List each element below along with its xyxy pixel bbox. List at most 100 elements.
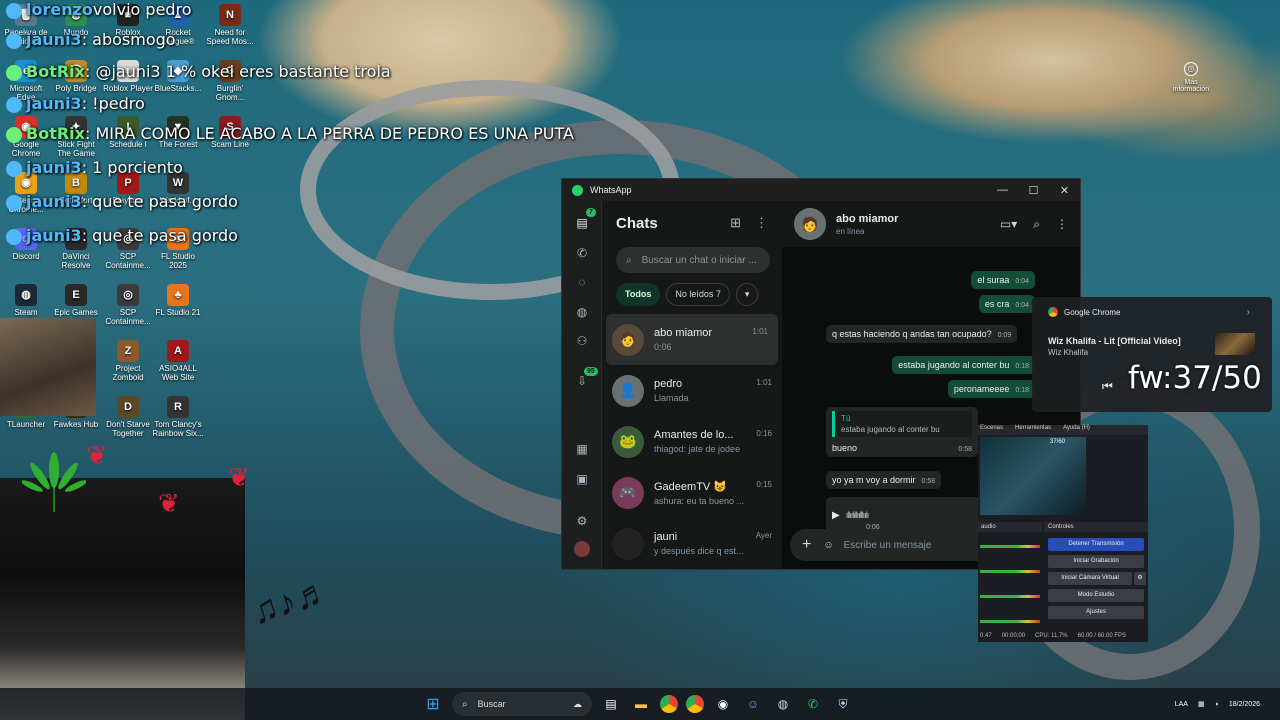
tray-date[interactable]: 18/2/2026 <box>1229 701 1260 708</box>
close-button[interactable]: ✕ <box>1049 184 1080 197</box>
tray-language[interactable]: LAA <box>1175 701 1188 708</box>
desktop-icon-label: ASIO4ALL Web Site <box>159 364 197 382</box>
stream-chat-message: jauni3: que te pasa gordo <box>6 192 238 211</box>
discord-icon[interactable]: ☺ <box>742 693 764 715</box>
video-call-icon[interactable]: ▭▾ <box>1000 217 1017 232</box>
message-bubble[interactable]: el suraa 0:04 <box>971 271 1035 289</box>
desktop-icon[interactable]: R Tom Clancy's Rainbow Six... <box>152 396 204 438</box>
profile-avatar[interactable] <box>574 541 590 557</box>
obs-menu-tools[interactable]: Herramientas <box>1015 425 1051 435</box>
message-input[interactable]: Escribe un mensaje <box>844 540 932 551</box>
whatsapp-logo-icon <box>572 184 583 196</box>
conversation-header[interactable]: 🧑 abo miamor en línea ▭▾ ⌕ ⋮ <box>782 201 1080 247</box>
message-bubble[interactable]: es cra 0:04 <box>978 295 1035 313</box>
contact-status: en línea <box>836 226 865 236</box>
chats-icon[interactable]: ▤ <box>574 215 590 231</box>
chrome-icon[interactable] <box>686 695 704 713</box>
chat-username: jauni3 <box>26 94 82 113</box>
desktop-icon[interactable]: E Epic Games <box>50 284 102 317</box>
chats-badge: 7 <box>586 208 596 217</box>
menu-kebab-icon[interactable]: ⋮ <box>1056 217 1068 232</box>
gallery-icon[interactable]: ▣ <box>574 471 590 487</box>
desktop-icon[interactable]: D Don't Starve Together <box>102 396 154 438</box>
studio-mode-button[interactable]: Modo Estudio <box>1048 589 1144 602</box>
chat-text: : que te pasa gordo <box>81 192 238 211</box>
chat-text: volvio pedro <box>92 0 192 19</box>
windows-start-icon[interactable]: ⊞ <box>422 693 444 715</box>
status-icon[interactable]: ◌ <box>574 274 590 290</box>
start-recording-button[interactable]: Iniciar Grabación <box>1048 555 1144 568</box>
obs-icon[interactable]: ◉ <box>712 693 734 715</box>
gear-icon[interactable]: ⚙ <box>1134 572 1146 585</box>
settings-icon[interactable]: ⚙ <box>574 513 590 529</box>
reply-message-bubble[interactable]: Tú estaba jugando al conter bu bueno 0:58 <box>826 407 978 457</box>
obs-window: Escenas Herramientas Ayuda (H) 37/60 aud… <box>978 425 1148 642</box>
security-shield-icon[interactable]: ⛨ <box>832 693 854 715</box>
desktop-icon-label: Steam <box>14 308 38 317</box>
desktop-icon[interactable]: ♣ FL Studio 21 <box>152 284 204 317</box>
chat-name: GadeemTV 😺 <box>654 480 727 493</box>
previous-track-icon[interactable]: ⏮ <box>1102 379 1113 394</box>
volume-icon[interactable]: ◖ <box>1215 701 1219 708</box>
obs-menu-help[interactable]: Ayuda (H) <box>1063 425 1090 435</box>
whatsapp-titlebar: WhatsApp — ☐ ✕ <box>562 179 1080 201</box>
search-icon: ⌕ <box>626 254 632 266</box>
network-icon[interactable]: ▦ <box>1198 700 1205 708</box>
file-explorer-icon[interactable]: ▬ <box>630 693 652 715</box>
filter-unread-chip[interactable]: No leídos 7 <box>666 283 730 306</box>
communities-icon[interactable]: ⚇ <box>574 333 590 349</box>
chat-list-item[interactable]: 🐸 Amantes de lo... 0:16 thiagod: jate de jo… <box>602 416 782 467</box>
search-icon[interactable]: ⌕ <box>1033 217 1040 232</box>
taskbar-search[interactable]: ⌕ Buscar ☁ <box>452 692 592 716</box>
chat-time: 1:01 <box>752 327 768 336</box>
attach-plus-icon[interactable]: + <box>802 536 811 554</box>
task-view-icon[interactable]: ▤ <box>600 693 622 715</box>
media-icon[interactable]: ▦ <box>574 441 590 457</box>
start-virtual-camera-button[interactable]: Iniciar Cámara Virtual <box>1048 572 1132 585</box>
filter-more-chip[interactable]: ▾ <box>735 283 759 306</box>
chat-search-input[interactable]: ⌕ Buscar un chat o iniciar ... <box>616 247 770 273</box>
obs-menu-scenes[interactable]: Escenas <box>980 425 1003 435</box>
chat-list-item[interactable]: 👤 pedro 1:01 Llamada <box>602 365 782 416</box>
desktop-icon[interactable]: Z Project Zomboid <box>102 340 154 382</box>
minimize-button[interactable]: — <box>987 184 1018 197</box>
maximize-button[interactable]: ☐ <box>1018 184 1049 197</box>
emoji-icon[interactable]: ☺ <box>823 540 833 551</box>
chat-preview: ashura: eu ta bueno ... <box>654 495 745 506</box>
chat-list-panel: Chats ⊞ ⋮ ⌕ Buscar un chat o iniciar ...… <box>602 201 782 569</box>
desktop-icon[interactable]: ◍ Steam <box>0 284 52 317</box>
quoted-message[interactable]: Tú estaba jugando al conter bu <box>832 411 972 437</box>
message-bubble[interactable]: yo ya m voy a dormir 0:58 <box>826 471 942 489</box>
butterfly-sticker: ❦ <box>86 440 108 470</box>
channels-icon[interactable]: ◍ <box>574 304 590 320</box>
desktop-icon-label: Epic Games <box>54 308 98 317</box>
new-chat-icon[interactable]: ⊞ <box>730 215 741 231</box>
settings-button[interactable]: Ajustes <box>1048 606 1144 619</box>
camera-icon: ◎ <box>1184 62 1198 76</box>
chevron-right-icon[interactable]: › <box>1247 307 1250 318</box>
chat-list-item[interactable]: 🧑 abo miamor 1:01 0:06 <box>606 314 778 365</box>
avatar: 🐸 <box>612 425 644 458</box>
desktop-icon[interactable]: A ASIO4ALL Web Site <box>152 340 204 382</box>
voice-message[interactable]: ▶ ıllıılıllıılllıılı 0:06 <box>826 497 986 533</box>
calls-icon[interactable]: ✆ <box>574 245 590 261</box>
chat-list-item[interactable]: jauni Ayer y después dice q est... <box>602 518 782 569</box>
play-icon[interactable]: ▶ <box>832 510 840 521</box>
stop-stream-button[interactable]: Detener Transmisión <box>1048 538 1144 551</box>
more-info-button[interactable]: ◎ Más información <box>1166 62 1216 93</box>
message-bubble[interactable]: peronameeee 0:18 <box>947 380 1035 398</box>
filter-all-chip[interactable]: Todos <box>616 283 661 306</box>
menu-kebab-icon[interactable]: ⋮ <box>755 215 768 231</box>
chat-username: BotRix <box>26 124 85 143</box>
chrome-icon[interactable] <box>660 695 678 713</box>
steam-icon[interactable]: ◍ <box>772 693 794 715</box>
chat-list-item[interactable]: 🎮 GadeemTV 😺 0:15 ashura: eu ta bueno ... <box>602 467 782 518</box>
message-bubble[interactable]: q estas haciendo q andas tan ocupado? 0:0… <box>826 325 1018 343</box>
chat-preview: thiagod: jate de jodee <box>654 444 741 454</box>
desktop-icon-label: SCP Containme... <box>105 308 151 326</box>
message-bubble[interactable]: estaba jugando al conter bu 0:18 <box>892 356 1035 374</box>
whatsapp-icon[interactable]: ✆ <box>802 693 824 715</box>
desktop-icon-label: FL Studio 21 <box>155 308 201 317</box>
contact-avatar[interactable]: 🧑 <box>794 208 826 240</box>
desktop-icon[interactable]: ◎ SCP Containme... <box>102 284 154 326</box>
